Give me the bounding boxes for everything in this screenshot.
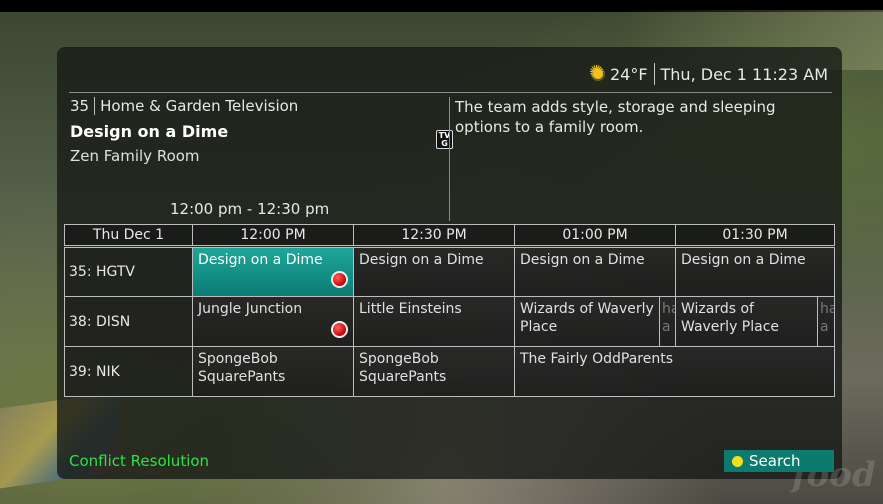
program-cell[interactable]: Design on a Dime [354,248,515,296]
time-slot-header: 01:00 PM [515,225,676,245]
divider [653,63,655,85]
temperature: 24°F [609,64,648,84]
search-button[interactable]: Search [724,450,834,472]
channel-number: 35 [70,97,90,115]
channel-name: Home & Garden Television [100,97,299,115]
program-cell[interactable]: Jungle Junction [193,297,354,346]
program-cell[interactable]: The Fairly OddParents [515,347,834,396]
episode-title: Zen Family Room [70,147,200,165]
program-cell-truncated[interactable]: ha a [660,297,676,346]
grid-date: Thu Dec 1 [65,225,193,245]
program-time-range: 12:00 pm - 12:30 pm [170,200,330,218]
program-title: The Fairly OddParents [520,351,674,367]
program-grid: Thu Dec 1 12:00 PM 12:30 PM 01:00 PM 01:… [64,224,835,397]
program-cell[interactable]: Wizards of Waverly Place [515,297,660,346]
program-cell[interactable]: SpongeBob SquarePants [193,347,354,396]
time-slot-header: 12:00 PM [193,225,354,245]
program-cell[interactable]: SpongeBob SquarePants [354,347,515,396]
program-title: Wizards of Waverly Place [520,301,654,335]
status-bar: 24°F Thu, Dec 1 11:23 AM [589,62,828,86]
program-cell-truncated[interactable]: ha a [818,297,834,346]
program-cell[interactable]: Little Einsteins [354,297,515,346]
conflict-resolution-link[interactable]: Conflict Resolution [69,452,209,470]
program-title: ha a [820,301,834,335]
sun-icon [589,62,607,83]
program-title: Wizards of Waverly Place [681,301,780,335]
channel-label[interactable]: 35: HGTV [65,248,193,296]
program-title: SpongeBob SquarePants [198,351,286,385]
channel-row: 39: NIK SpongeBob SquarePants SpongeBob … [64,347,835,397]
guide-panel: 24°F Thu, Dec 1 11:23 AM 35 Home & Garde… [57,47,876,495]
divider [94,97,96,115]
channel-row: 35: HGTV Design on a Dime Design on a Di… [64,247,835,297]
program-title: Design on a Dime [520,252,645,268]
search-label: Search [749,452,801,470]
divider [69,92,832,93]
program-title: Design on a Dime [198,252,323,268]
yellow-button-icon [732,455,743,467]
date-time: Thu, Dec 1 11:23 AM [660,64,828,84]
time-slot-header: 12:30 PM [354,225,515,245]
channel-label[interactable]: 38: DISN [65,297,193,346]
program-title: Design on a Dime [359,252,484,268]
program-title: Little Einsteins [359,301,462,317]
program-cell[interactable]: Wizards of Waverly Place [676,297,818,346]
program-title: Design on a Dime [70,122,229,141]
channel-line: 35 Home & Garden Television [70,97,448,115]
tv-rating-icon: TV G [436,130,453,149]
program-cell-selected[interactable]: Design on a Dime [193,248,354,296]
record-icon [331,271,348,288]
channel-row: 38: DISN Jungle Junction Little Einstein… [64,297,835,347]
program-info: 35 Home & Garden Television Design on a … [70,97,453,221]
divider [449,97,450,221]
program-cell[interactable]: Design on a Dime [676,248,834,296]
program-title: SpongeBob SquarePants [359,351,447,385]
program-description: The team adds style, storage and sleepin… [455,98,776,136]
grid-header: Thu Dec 1 12:00 PM 12:30 PM 01:00 PM 01:… [64,224,835,246]
program-title: Design on a Dime [681,252,806,268]
program-cell[interactable]: Design on a Dime [515,248,676,296]
program-title: Jungle Junction [198,301,303,317]
record-icon [331,321,348,338]
channel-label[interactable]: 39: NIK [65,347,193,396]
time-slot-header: 01:30 PM [722,227,788,243]
program-title: ha a [662,301,675,335]
